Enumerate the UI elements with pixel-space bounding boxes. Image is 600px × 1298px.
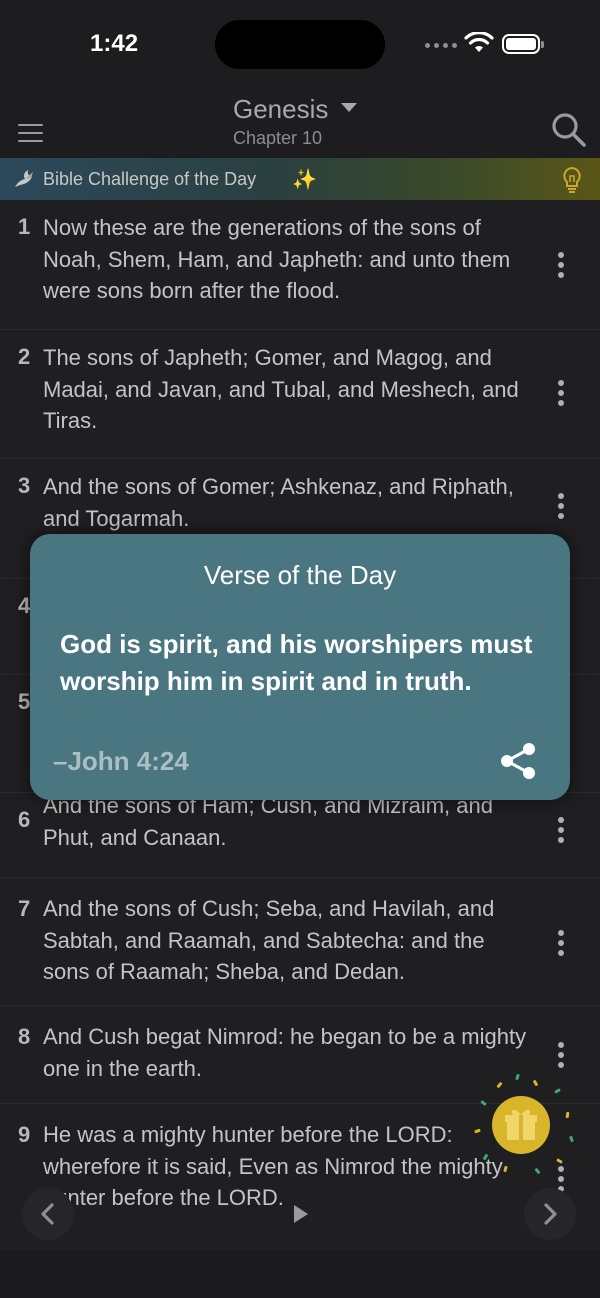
verse-number: 6 bbox=[18, 807, 31, 832]
more-options-icon[interactable] bbox=[558, 817, 568, 847]
verse-text: And Cush begat Nimrod: he began to be a … bbox=[43, 1024, 527, 1081]
verse-number: 9 bbox=[18, 1122, 31, 1147]
verse-number: 5 bbox=[18, 689, 31, 714]
nav-header: Genesis Chapter 10 bbox=[0, 90, 600, 158]
confetti-piece bbox=[556, 1158, 563, 1164]
play-icon bbox=[294, 1205, 308, 1223]
battery-icon bbox=[502, 34, 544, 54]
chevron-down-icon[interactable] bbox=[341, 103, 357, 112]
cellular-signal-icon bbox=[425, 43, 457, 48]
search-icon[interactable] bbox=[551, 112, 587, 148]
votd-text: God is spirit, and his worshipers must w… bbox=[60, 629, 533, 696]
bottom-bar bbox=[0, 1250, 600, 1298]
dove-icon bbox=[15, 170, 33, 187]
play-audio-button[interactable] bbox=[274, 1188, 326, 1240]
confetti-piece bbox=[496, 1081, 503, 1089]
verse-number: 8 bbox=[18, 1024, 31, 1049]
verse-text: And the sons of Cush; Seba, and Havilah,… bbox=[43, 896, 495, 984]
confetti-piece bbox=[569, 1135, 574, 1143]
more-options-icon[interactable] bbox=[558, 930, 568, 960]
share-icon[interactable] bbox=[500, 742, 536, 780]
wifi-icon bbox=[464, 32, 494, 52]
more-options-icon[interactable] bbox=[558, 1042, 568, 1072]
verse-text: The sons of Japheth; Gomer, and Magog, a… bbox=[43, 345, 519, 433]
gift-button-area bbox=[470, 1070, 580, 1180]
challenge-label: Bible Challenge of the Day bbox=[43, 169, 257, 189]
more-options-icon[interactable] bbox=[558, 493, 568, 523]
sparkle-icon: ✨ bbox=[292, 169, 317, 191]
gift-button[interactable] bbox=[492, 1096, 550, 1154]
confetti-piece bbox=[515, 1073, 520, 1081]
confetti-piece bbox=[480, 1099, 487, 1107]
verse-row[interactable]: 2 The sons of Japheth; Gomer, and Magog,… bbox=[0, 330, 600, 459]
verse-number: 2 bbox=[18, 344, 31, 369]
verse-of-the-day-card[interactable]: Verse of the Day God is spirit, and his … bbox=[30, 534, 570, 800]
next-chapter-button[interactable] bbox=[524, 1188, 576, 1240]
status-bar: 1:42 bbox=[0, 0, 600, 90]
more-options-icon[interactable] bbox=[558, 252, 568, 282]
votd-title: Verse of the Day bbox=[203, 560, 397, 590]
verse-text: Now these are the generations of the son… bbox=[43, 215, 511, 303]
status-time: 1:42 bbox=[90, 30, 139, 57]
lightbulb-icon[interactable] bbox=[561, 166, 583, 194]
dynamic-island bbox=[215, 20, 385, 69]
verse-number: 7 bbox=[18, 896, 31, 921]
previous-chapter-button[interactable] bbox=[22, 1188, 74, 1240]
confetti-piece bbox=[474, 1128, 481, 1134]
votd-reference: –John 4:24 bbox=[53, 746, 189, 776]
chapter-label[interactable]: Chapter 10 bbox=[233, 128, 322, 149]
chevron-right-icon bbox=[544, 1203, 557, 1225]
verse-row[interactable]: 1 Now these are the generations of the s… bbox=[0, 200, 600, 330]
verse-row[interactable]: 6 And the sons of Ham; Cush, and Mizraim… bbox=[0, 793, 600, 878]
book-title[interactable]: Genesis bbox=[233, 94, 328, 125]
confetti-piece bbox=[534, 1167, 541, 1175]
confetti-piece bbox=[532, 1079, 539, 1087]
challenge-banner[interactable]: Bible Challenge of the Day ✨ bbox=[0, 158, 600, 200]
verse-number: 4 bbox=[18, 593, 31, 618]
menu-icon[interactable] bbox=[18, 124, 43, 148]
verse-row[interactable]: 7 And the sons of Cush; Seba, and Havila… bbox=[0, 878, 600, 1006]
verse-text: And the sons of Gomer; Ashkenaz, and Rip… bbox=[43, 474, 514, 531]
more-options-icon[interactable] bbox=[558, 380, 568, 410]
verse-number: 3 bbox=[18, 473, 31, 498]
confetti-piece bbox=[482, 1153, 489, 1161]
confetti-piece bbox=[554, 1088, 561, 1094]
confetti-piece bbox=[503, 1165, 508, 1173]
chevron-left-icon bbox=[41, 1203, 54, 1225]
verse-number: 1 bbox=[18, 214, 31, 239]
gift-icon bbox=[505, 1109, 537, 1140]
confetti-piece bbox=[565, 1111, 570, 1119]
